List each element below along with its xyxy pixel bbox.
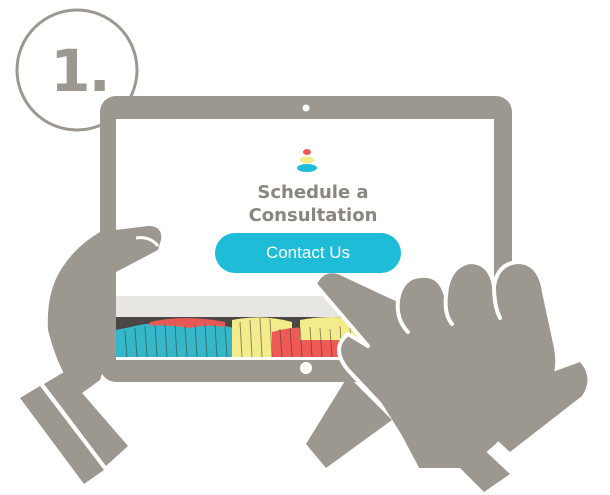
schedule-consultation-heading: Schedule a Consultation: [200, 181, 426, 227]
heading-line-2: Consultation: [248, 205, 378, 226]
pointing-hand-icon: [306, 260, 588, 492]
camera-icon: [302, 104, 310, 112]
contact-us-button[interactable]: Contact Us: [215, 233, 401, 273]
step-number: 1.: [50, 36, 110, 105]
heading-line-1: Schedule a: [257, 182, 369, 203]
home-button-icon: [300, 362, 312, 374]
